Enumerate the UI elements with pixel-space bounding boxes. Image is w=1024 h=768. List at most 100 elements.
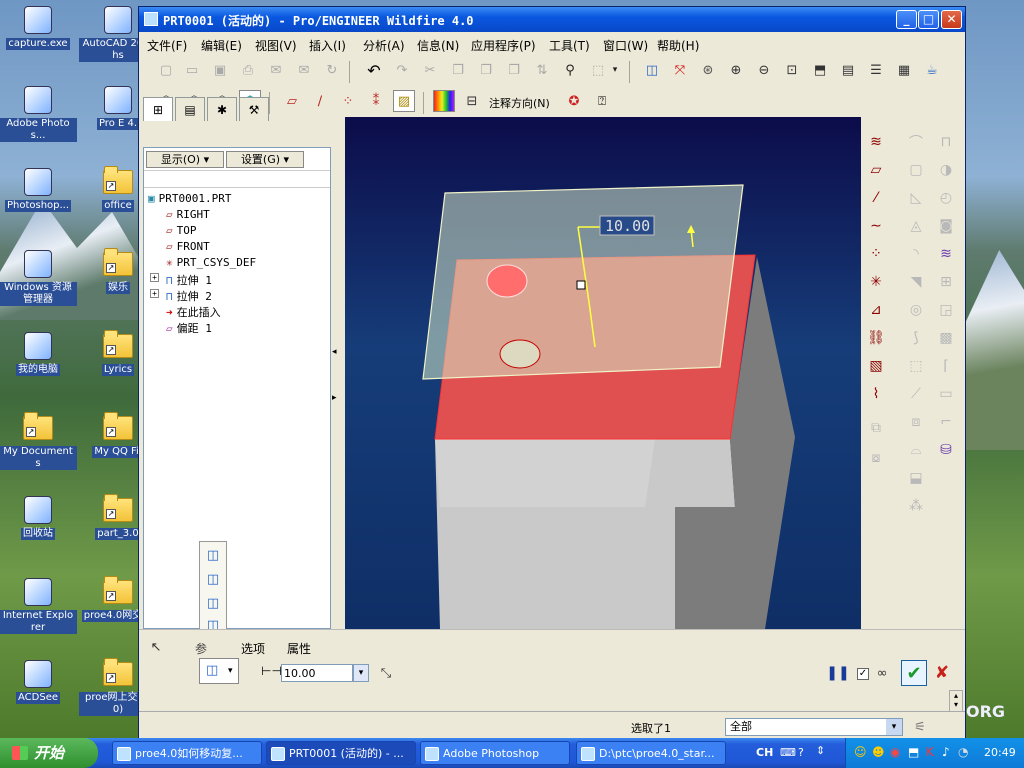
blend-tool-icon[interactable]: ⬚ xyxy=(905,355,927,377)
menu-applications[interactable]: 应用程序(P) xyxy=(471,37,536,54)
datum-curve-tool-icon[interactable]: ∼ xyxy=(865,215,887,237)
taskbar-button[interactable]: proe4.0如何移动复... xyxy=(112,741,262,765)
settings-dropdown[interactable]: 设置(G) ▾ xyxy=(226,151,304,168)
flyout-draft-offset-icon[interactable]: ◫ xyxy=(202,568,224,590)
cylinder-tool-icon[interactable]: ⛁ xyxy=(935,439,957,461)
zoom-out-icon[interactable]: ⊖ xyxy=(753,59,775,81)
find-icon[interactable]: ⚲ xyxy=(559,59,581,81)
desktop-icon[interactable]: 我的电脑 xyxy=(0,330,78,400)
menu-info[interactable]: 信息(N) xyxy=(417,37,459,54)
tray-messenger-icon[interactable]: ☻ xyxy=(872,745,885,759)
tray-kaspersky-icon[interactable]: K xyxy=(926,745,934,759)
graph-tool-icon[interactable]: ⌇ xyxy=(865,383,887,405)
thicken-tool-icon[interactable]: ⌓ xyxy=(905,439,927,461)
menu-tools[interactable]: 工具(T) xyxy=(549,37,590,54)
maximize-button[interactable]: □ xyxy=(918,10,939,29)
tray-clock-icon[interactable]: ◔ xyxy=(958,745,968,759)
panel-splitter[interactable]: ◂ ▸ xyxy=(331,117,341,629)
trim-tool-icon[interactable]: ⟋ xyxy=(905,383,927,405)
rib-tool-icon[interactable]: ◺ xyxy=(905,187,927,209)
intersect-tool-icon[interactable]: ▩ xyxy=(935,327,957,349)
collapse-left-icon[interactable]: ◂ xyxy=(332,347,337,357)
copy-icon[interactable]: ❐ xyxy=(447,59,469,81)
view-manager-icon[interactable]: ▦ xyxy=(893,59,915,81)
annotation-display-icon[interactable]: ▨ xyxy=(393,90,415,112)
taskbar-button[interactable]: D:\ptc\proe4.0_star... xyxy=(576,741,726,765)
expand-toggle[interactable]: + xyxy=(150,273,159,282)
chamfer-tool-icon[interactable]: ◥ xyxy=(905,271,927,293)
help-icon[interactable]: ? xyxy=(798,746,804,759)
shell-tool-icon[interactable]: ▢ xyxy=(905,159,927,181)
menu-edit[interactable]: 编辑(E) xyxy=(201,37,242,54)
tree-item[interactable]: ▱ TOP xyxy=(166,224,197,237)
status-tool-icon[interactable]: ⚟ xyxy=(909,716,931,738)
paste-icon[interactable]: ❐ xyxy=(475,59,497,81)
connections-tab[interactable]: ⚒ xyxy=(239,97,269,121)
merge-tool-icon[interactable]: ⧇ xyxy=(865,447,887,469)
selection-filter[interactable]: 全部 ▾ xyxy=(725,718,903,736)
tree-item[interactable]: + ⊓ 拉伸 2 xyxy=(150,288,212,304)
datum-plane-tool-icon[interactable]: ▱ xyxy=(865,159,887,181)
desktop-icon[interactable]: 回收站 xyxy=(0,494,78,564)
print-icon[interactable]: ⎙ xyxy=(237,59,259,81)
desktop-icon[interactable]: Adobe Photos... xyxy=(0,84,78,154)
flip-direction-icon[interactable]: ⤡ xyxy=(375,662,397,684)
regenerate-icon[interactable]: ↻ xyxy=(321,59,343,81)
layers-icon[interactable]: ☰ xyxy=(865,59,887,81)
undo-icon[interactable]: ↶ xyxy=(363,59,385,81)
menu-window[interactable]: 窗口(W) xyxy=(603,37,648,54)
cancel-button[interactable]: ✘ xyxy=(931,662,953,684)
keyboard-icon[interactable]: ⌨ xyxy=(780,746,796,759)
drag-handle[interactable] xyxy=(576,280,586,290)
tree-item[interactable]: ✳ PRT_CSYS_DEF xyxy=(166,256,256,269)
ime-toggle-icon[interactable]: ⇕ xyxy=(816,744,825,757)
language-indicator[interactable]: CH xyxy=(756,746,773,759)
annotation-orient-label[interactable]: 注释方向(N) xyxy=(489,95,550,111)
folder-browser-tab[interactable]: ▤ xyxy=(175,97,205,121)
tree-item[interactable]: + ⊓ 拉伸 1 xyxy=(150,272,212,288)
taskbar-button[interactable]: PRT0001 (活动的) - ... xyxy=(266,741,416,765)
menu-analysis[interactable]: 分析(A) xyxy=(363,37,405,54)
solidify-tool-icon[interactable]: ⬓ xyxy=(905,467,927,489)
chain-tool-icon[interactable]: ⛓ xyxy=(865,327,887,349)
preview-glasses-icon[interactable]: ∞ xyxy=(871,662,893,684)
dimension-value[interactable]: 10.00 xyxy=(605,217,650,235)
preview-checkbox[interactable]: ✓ xyxy=(857,668,869,680)
flyout-standard-offset-icon[interactable]: ◫ xyxy=(202,544,224,566)
graphics-window[interactable]: 10.00 xyxy=(345,117,861,629)
tree-item[interactable]: ▱ RIGHT xyxy=(166,208,210,221)
datum-axis-tool-icon[interactable]: ⁄ xyxy=(865,187,887,209)
pause-icon[interactable]: ❚❚ xyxy=(826,662,849,684)
color-icon[interactable] xyxy=(433,90,455,112)
expand-right-icon[interactable]: ▸ xyxy=(332,393,337,403)
round-tool-icon[interactable]: ◝ xyxy=(905,243,927,265)
confirm-button[interactable]: ✔ xyxy=(901,660,927,686)
tab-options[interactable]: 选项 xyxy=(241,640,265,657)
cut-icon[interactable]: ✂ xyxy=(419,59,441,81)
title-bar[interactable]: PRT0001 (活动的) - Pro/ENGINEER Wildfire 4.… xyxy=(139,7,965,32)
context-help-icon[interactable]: ⍰ xyxy=(591,90,613,112)
orient-mode-icon[interactable]: ⊛ xyxy=(697,59,719,81)
offset-tool-icon[interactable]: ⧈ xyxy=(905,411,927,433)
repaint-icon[interactable]: ◫ xyxy=(641,59,663,81)
dashboard-pin-icon[interactable]: ↖ xyxy=(145,636,167,658)
tree-item[interactable]: ➜ 在此插入 xyxy=(166,304,221,320)
copy-surface-icon[interactable]: ▧ xyxy=(865,355,887,377)
taskbar-button[interactable]: Adobe Photoshop xyxy=(420,741,570,765)
helical-sweep-icon[interactable]: ◲ xyxy=(935,299,957,321)
tray-network-icon[interactable]: ⬒ xyxy=(908,745,919,759)
draft-tool-icon[interactable]: ◬ xyxy=(905,215,927,237)
offset-value-input[interactable] xyxy=(281,664,353,682)
selection-box-icon[interactable]: ⬚ xyxy=(587,59,609,81)
desktop-icon[interactable]: ACDSee xyxy=(0,658,78,728)
appearance-icon[interactable]: ☕ xyxy=(921,59,943,81)
tree-item[interactable]: ▱ 偏距 1 xyxy=(166,320,212,336)
spin-center-icon[interactable]: ⤧ xyxy=(669,59,691,81)
datum-point-display-icon[interactable]: ⁘ xyxy=(337,90,359,112)
paste-special-icon[interactable]: ❐ xyxy=(503,59,525,81)
datum-axis-display-icon[interactable]: ∕ xyxy=(309,90,331,112)
datum-plane-display-icon[interactable]: ▱ xyxy=(281,90,303,112)
menu-file[interactable]: 文件(F) xyxy=(147,37,187,54)
minimize-button[interactable]: _ xyxy=(896,10,917,29)
favorites-tab[interactable]: ✱ xyxy=(207,97,237,121)
